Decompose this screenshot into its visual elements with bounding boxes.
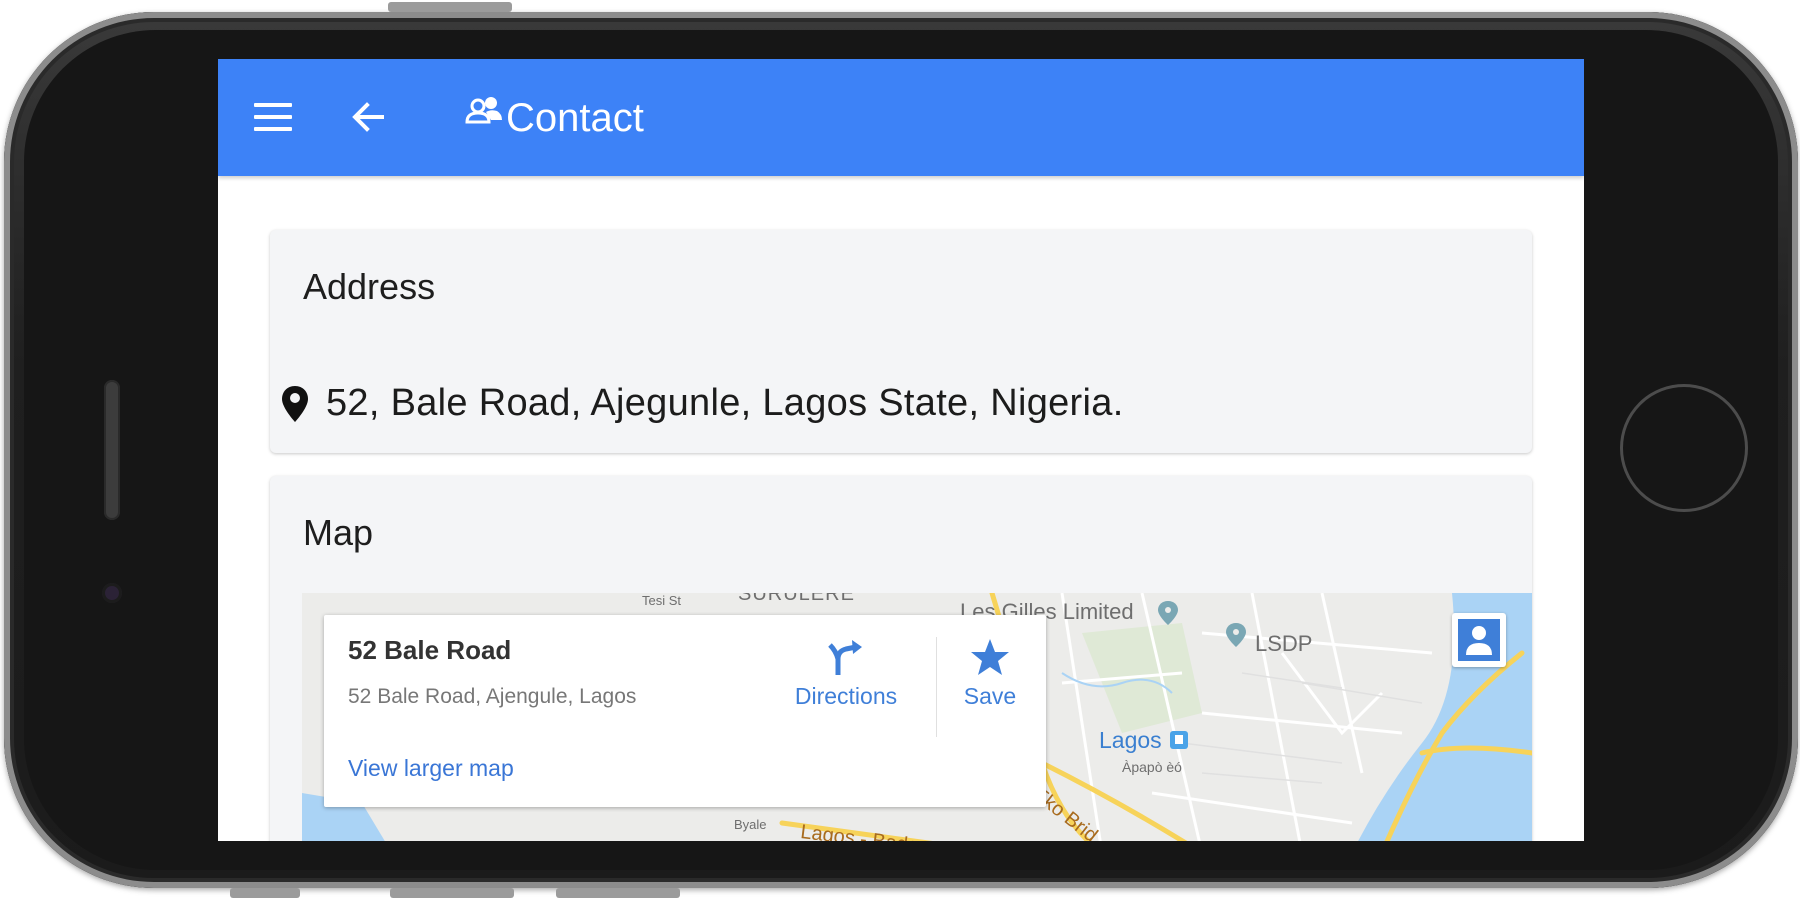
app-screen: Contact Address 52, Bale Road, Ajegunle,… xyxy=(218,59,1584,841)
map-label-lagos: Lagos xyxy=(1099,727,1162,753)
map-card-title: Map xyxy=(303,512,374,553)
address-card-title: Address xyxy=(303,266,436,307)
directions-button[interactable]: Directions xyxy=(790,637,902,710)
phone-side-button-top xyxy=(388,2,512,12)
address-card: Address 52, Bale Road, Ajegunle, Lagos S… xyxy=(270,230,1532,453)
place-info-card: 52 Bale Road 52 Bale Road, Ajengule, Lag… xyxy=(324,615,1046,807)
phone-camera xyxy=(102,583,122,603)
save-label: Save xyxy=(963,683,1017,709)
map-label-surulere: SURULERE xyxy=(738,593,855,605)
map-card: Map Les Gilles Limited LSDP Lagos Àpapò … xyxy=(270,476,1532,841)
map-label-lagos-local: Àpapò èó xyxy=(1122,759,1182,775)
arrow-back-icon[interactable] xyxy=(348,97,388,137)
map-label-byale: Byale xyxy=(734,817,767,832)
phone-side-button-bottom-1 xyxy=(230,888,300,898)
phone-side-button-bottom-3 xyxy=(556,888,680,898)
phone-home-button[interactable] xyxy=(1620,384,1748,512)
users-icon xyxy=(465,97,502,124)
app-bar: Contact xyxy=(218,59,1584,176)
view-larger-map-link[interactable]: View larger map xyxy=(348,755,514,782)
save-button[interactable]: Save xyxy=(954,637,1026,710)
directions-label: Directions xyxy=(794,683,898,709)
phone-speaker xyxy=(104,380,120,520)
hamburger-menu-icon[interactable] xyxy=(254,99,294,135)
page-title: Contact xyxy=(464,93,644,143)
place-name: 52 Bale Road xyxy=(348,635,512,665)
phone-side-button-bottom-2 xyxy=(390,888,514,898)
place-address: 52 Bale Road, Ajengule, Lagos xyxy=(348,685,637,708)
directions-icon xyxy=(828,640,862,675)
map-label-lsdp: LSDP xyxy=(1255,631,1313,656)
star-icon xyxy=(971,639,1009,675)
address-row: 52, Bale Road, Ajegunle, Lagos State, Ni… xyxy=(280,382,1124,425)
page-title-text: Contact xyxy=(506,95,644,140)
address-text: 52, Bale Road, Ajegunle, Lagos State, Ni… xyxy=(326,382,1124,424)
embedded-map[interactable]: Les Gilles Limited LSDP Lagos Àpapò èó E… xyxy=(302,593,1532,841)
map-pin-icon xyxy=(282,385,308,422)
map-label-tesi-st: Tesi St xyxy=(642,593,682,608)
street-view-pegman-icon[interactable] xyxy=(1452,613,1506,667)
info-card-divider xyxy=(936,637,937,737)
